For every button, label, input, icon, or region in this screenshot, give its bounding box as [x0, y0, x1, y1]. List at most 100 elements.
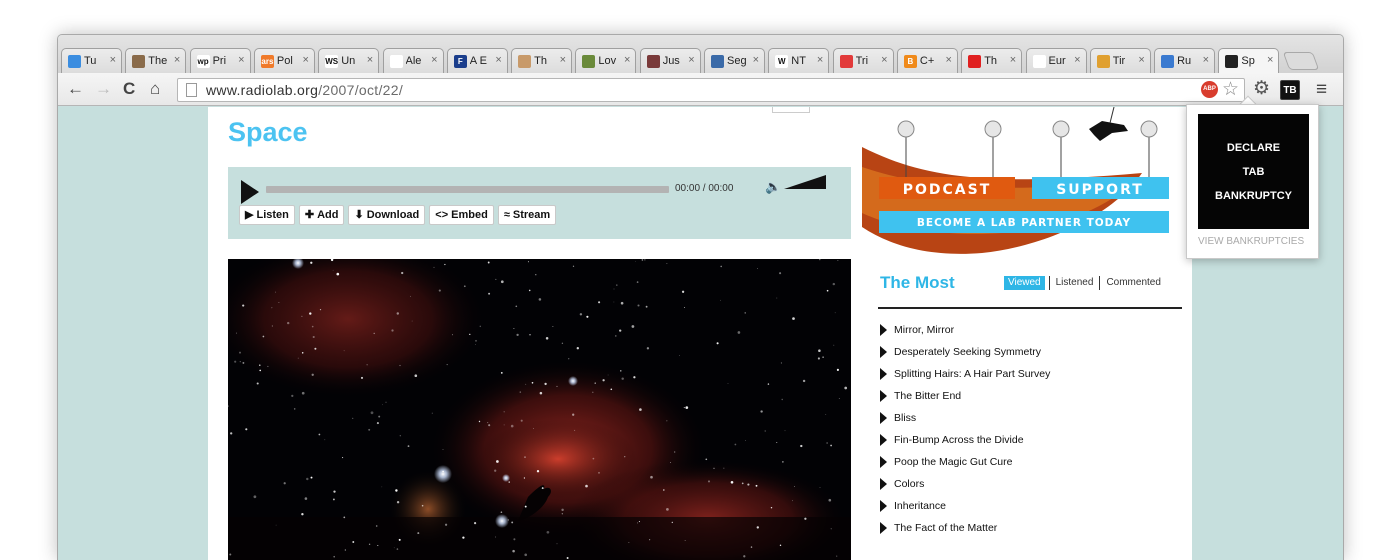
list-item[interactable]: The Bitter End [880, 390, 1050, 412]
tab-strip: Tu×The×wpPri×arsPol×WSJUn×Ale×FA E×Th×Lo… [58, 35, 1343, 73]
star-dot [377, 544, 379, 547]
star-dot [782, 461, 784, 463]
star-dot [818, 349, 821, 352]
star-dot [507, 519, 510, 521]
play-icon[interactable] [241, 180, 259, 204]
close-icon[interactable]: × [1203, 54, 1209, 66]
embed-button[interactable]: <> Embed [429, 205, 494, 225]
tab-13[interactable]: B C+ × [896, 48, 958, 73]
tab-5[interactable]: Ale × [382, 48, 444, 73]
stream-button[interactable]: ≈ Stream [497, 205, 557, 225]
star-dot [352, 417, 354, 420]
close-icon[interactable]: × [238, 54, 244, 66]
close-icon[interactable]: × [302, 54, 308, 66]
close-icon[interactable]: × [560, 54, 566, 66]
tab-2[interactable]: wp Pri × [189, 48, 251, 73]
gear-icon[interactable]: ⚙ [1253, 77, 1270, 100]
star-dot [332, 498, 335, 501]
close-icon[interactable]: × [945, 54, 951, 66]
star-dot [679, 355, 680, 356]
star-dot [234, 360, 237, 363]
tab-9[interactable]: Jus × [639, 48, 701, 73]
star-dot [832, 282, 836, 286]
star-dot [478, 420, 481, 423]
list-item[interactable]: Inheritance [880, 500, 1050, 522]
most-tabs: Viewed Listened Commented [1004, 276, 1167, 290]
add-button[interactable]: ✚ Add [298, 205, 345, 225]
close-icon[interactable]: × [624, 54, 630, 66]
tab-12[interactable]: Tri × [832, 48, 894, 73]
bullet-triangle-icon [880, 434, 887, 446]
list-item[interactable]: Desperately Seeking Symmetry [880, 346, 1050, 368]
tab-listened[interactable]: Listened [1048, 276, 1100, 290]
tab-bankruptcy-extension-icon[interactable]: TB [1280, 80, 1300, 100]
tab-10[interactable]: Seg × [704, 48, 765, 73]
star-dot [716, 342, 719, 345]
star-dot [637, 304, 640, 307]
close-icon[interactable]: × [1074, 54, 1080, 66]
list-item[interactable]: The Fact of the Matter [880, 522, 1050, 544]
download-button[interactable]: ⬇ Download [348, 205, 426, 225]
declare-tab-bankruptcy-button[interactable]: DECLARE TAB BANKRUPTCY [1198, 114, 1309, 229]
close-icon[interactable]: × [367, 54, 373, 66]
list-item[interactable]: Fin-Bump Across the Divide [880, 434, 1050, 456]
list-item[interactable]: Mirror, Mirror [880, 324, 1050, 346]
list-item[interactable]: Bliss [880, 412, 1050, 434]
print-icons[interactable] [772, 107, 810, 113]
bookmark-star-icon[interactable]: ☆ [1222, 78, 1239, 101]
forward-icon[interactable]: → [95, 79, 112, 99]
address-bar[interactable]: www.radiolab.org/2007/oct/22/ [177, 78, 1245, 102]
support-banner[interactable]: PODCAST SUPPORT BECOME A LAB PARTNER TOD… [862, 107, 1192, 255]
star-dot [684, 540, 686, 541]
tab-viewed[interactable]: Viewed [1004, 276, 1045, 290]
close-icon[interactable]: × [881, 54, 887, 66]
tab-1[interactable]: The × [125, 48, 187, 73]
close-icon[interactable]: × [1267, 54, 1273, 66]
tab-11[interactable]: W NT × [768, 48, 830, 73]
tab-commented[interactable]: Commented [1099, 276, 1166, 290]
tab-15[interactable]: Eur × [1025, 48, 1087, 73]
home-icon[interactable]: ⌂ [150, 79, 160, 99]
close-icon[interactable]: × [817, 54, 823, 66]
view-bankruptcies-link[interactable]: VIEW BANKRUPTCIES [1198, 236, 1304, 247]
star-dot [229, 553, 232, 556]
star-dot [417, 532, 420, 535]
tab-favicon-icon [132, 54, 146, 68]
list-item[interactable]: Poop the Magic Gut Cure [880, 456, 1050, 478]
list-item[interactable]: Colors [880, 478, 1050, 500]
progress-bar[interactable] [266, 186, 669, 193]
close-icon[interactable]: × [1138, 54, 1144, 66]
star-dot [727, 383, 729, 384]
sidebar: PODCAST SUPPORT BECOME A LAB PARTNER TOD… [862, 107, 1192, 560]
tab-8[interactable]: Lov × [575, 48, 637, 73]
adblock-icon[interactable]: ABP [1201, 81, 1218, 98]
close-icon[interactable]: × [1010, 54, 1016, 66]
star-dot [566, 557, 569, 559]
close-icon[interactable]: × [110, 54, 116, 66]
tab-16[interactable]: Tir × [1089, 48, 1151, 73]
tab-18[interactable]: Sp × [1218, 48, 1280, 73]
menu-icon[interactable]: ≡ [1316, 79, 1327, 101]
close-icon[interactable]: × [688, 54, 694, 66]
tab-6[interactable]: FA E × [446, 48, 508, 73]
speaker-icon[interactable]: 🔈 [765, 179, 781, 195]
reload-icon[interactable]: C [123, 79, 135, 99]
list-item-label: Fin-Bump Across the Divide [894, 434, 1024, 446]
tab-17[interactable]: Ru × [1154, 48, 1216, 73]
tab-7[interactable]: Th × [511, 48, 573, 73]
new-tab-button[interactable] [1282, 52, 1320, 70]
tab-0[interactable]: Tu × [61, 48, 122, 73]
star-dot [301, 513, 304, 516]
close-icon[interactable]: × [174, 54, 180, 66]
close-icon[interactable]: × [753, 54, 759, 66]
tab-3[interactable]: ars Pol × [253, 48, 315, 73]
list-item[interactable]: Splitting Hairs: A Hair Part Survey [880, 368, 1050, 390]
tab-4[interactable]: WSJUn × [318, 48, 380, 73]
volume-slider[interactable] [784, 175, 826, 189]
close-icon[interactable]: × [431, 54, 437, 66]
star-dot [475, 339, 477, 342]
back-icon[interactable]: ← [67, 79, 84, 99]
listen-button[interactable]: ▶ Listen [239, 205, 295, 225]
tab-14[interactable]: Th × [961, 48, 1023, 73]
close-icon[interactable]: × [495, 54, 501, 66]
